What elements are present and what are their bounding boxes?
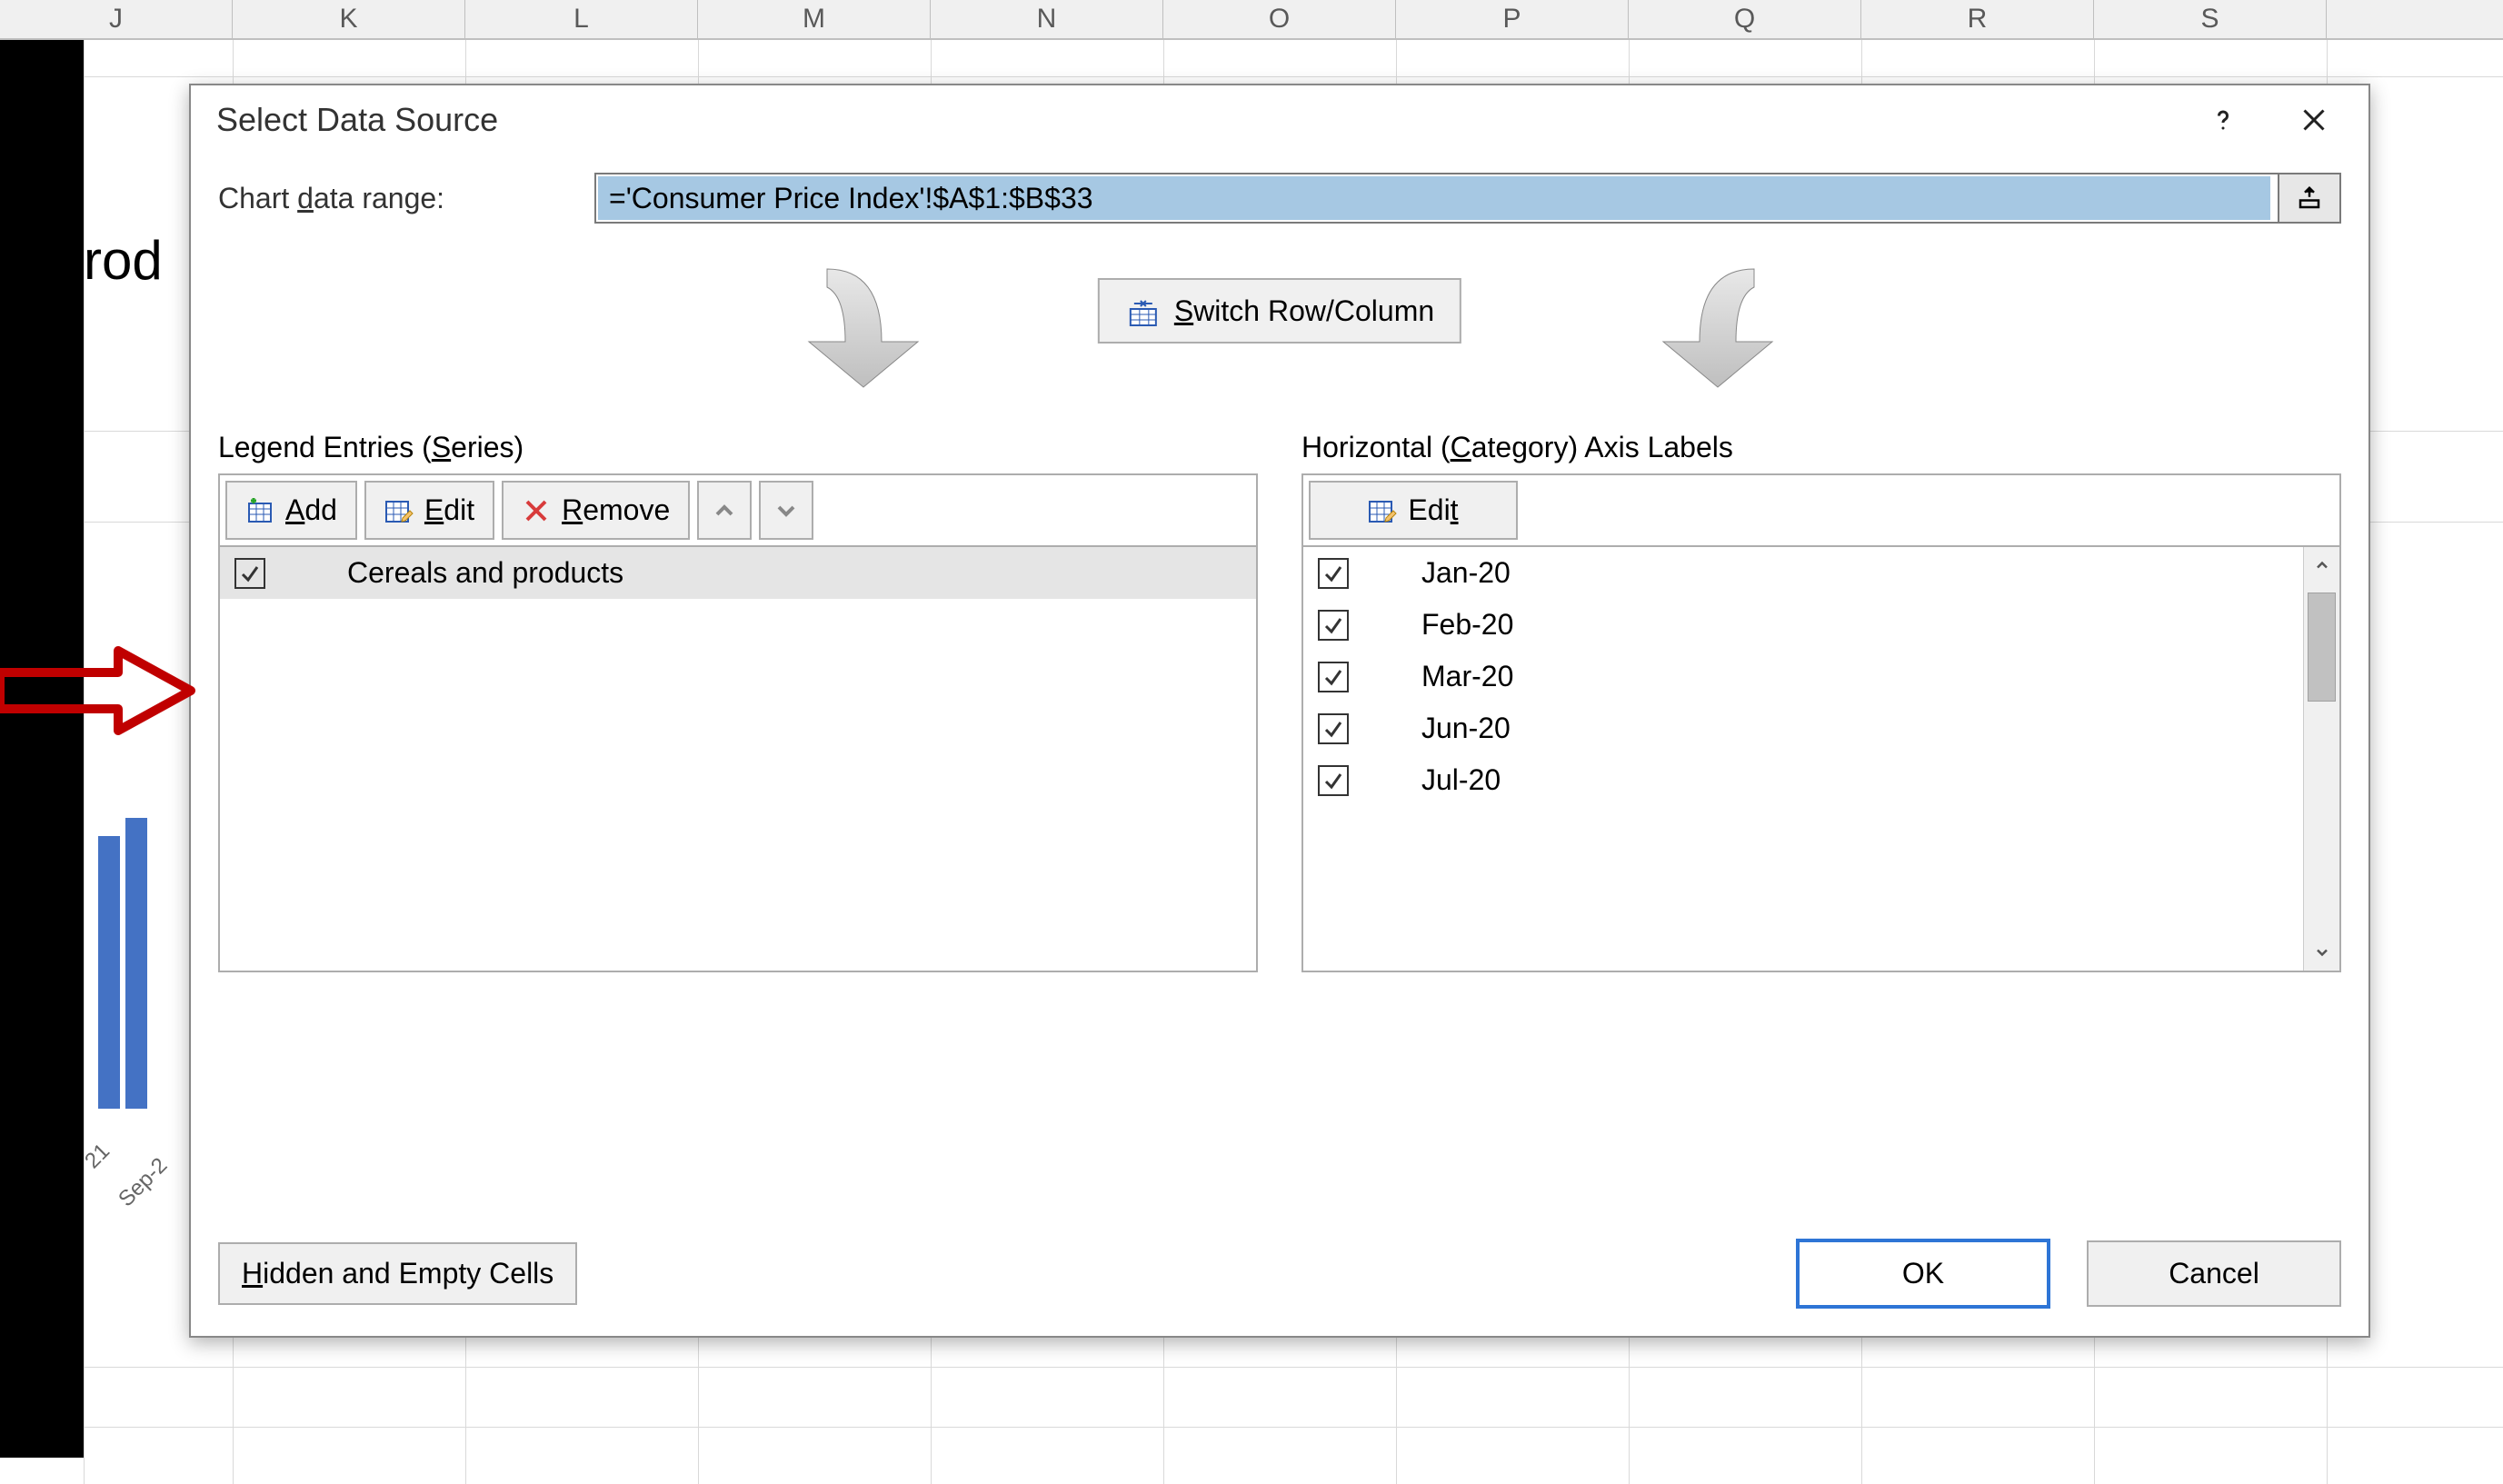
swap-arrow-left-icon	[791, 251, 1063, 396]
axis-labels-listbox[interactable]: Jan-20 Feb-20 Mar-20	[1301, 545, 2341, 972]
dialog-title: Select Data Source	[216, 101, 2169, 139]
checkbox[interactable]	[1318, 610, 1349, 641]
axis-labels-panel: Horizontal (Category) Axis Labels Edit J…	[1301, 431, 2341, 972]
ok-button[interactable]: OK	[1796, 1239, 2050, 1309]
category-item[interactable]: Jul-20	[1303, 754, 2303, 806]
chart-data-range-field	[594, 173, 2341, 224]
checkbox[interactable]	[1318, 662, 1349, 692]
edit-icon	[1368, 496, 1397, 525]
legend-entries-panel: Legend Entries (Series) Add Edit Remove	[218, 431, 1258, 972]
chevron-down-icon	[772, 496, 801, 525]
chart-data-range-label: Chart data range:	[218, 182, 573, 215]
close-button[interactable]	[2278, 95, 2350, 145]
category-label: Feb-20	[1421, 608, 1513, 642]
hidden-empty-cells-button[interactable]: Hidden and Empty Cells	[218, 1242, 577, 1305]
move-up-button[interactable]	[697, 481, 752, 540]
help-button[interactable]	[2187, 95, 2259, 145]
legend-entries-title: Legend Entries (Series)	[218, 431, 1258, 464]
col-header[interactable]: J	[0, 0, 233, 38]
checkbox[interactable]	[1318, 765, 1349, 796]
col-header[interactable]: N	[931, 0, 1163, 38]
edit-icon	[384, 496, 414, 525]
category-label: Mar-20	[1421, 660, 1513, 693]
category-item[interactable]: Feb-20	[1303, 599, 2303, 651]
chevron-up-icon	[710, 496, 739, 525]
series-item[interactable]: Cereals and products	[220, 547, 1256, 599]
series-label: Cereals and products	[347, 556, 623, 590]
chart-bars-peek	[98, 800, 171, 1109]
column-headers: J K L M N O P Q R S	[0, 0, 2503, 40]
axis-labels-title: Horizontal (Category) Axis Labels	[1301, 431, 2341, 464]
chart-data-range-input[interactable]	[598, 176, 2270, 220]
add-icon	[245, 496, 274, 525]
col-header[interactable]: K	[233, 0, 465, 38]
col-header[interactable]: R	[1861, 0, 2094, 38]
switch-icon	[1125, 293, 1162, 329]
checkbox[interactable]	[1318, 558, 1349, 589]
scroll-thumb[interactable]	[2308, 593, 2336, 702]
scrollbar[interactable]	[2303, 547, 2339, 971]
col-header[interactable]: P	[1396, 0, 1629, 38]
checkbox[interactable]	[234, 558, 265, 589]
category-label: Jun-20	[1421, 712, 1511, 745]
move-down-button[interactable]	[759, 481, 813, 540]
col-header[interactable]: M	[698, 0, 931, 38]
edit-axis-labels-button[interactable]: Edit	[1309, 481, 1518, 540]
category-item[interactable]: Jun-20	[1303, 702, 2303, 754]
add-series-button[interactable]: Add	[225, 481, 357, 540]
select-data-source-dialog: Select Data Source Chart data range:	[189, 84, 2370, 1338]
scroll-up-button[interactable]	[2304, 547, 2339, 583]
category-label: Jul-20	[1421, 763, 1501, 797]
category-item[interactable]: Mar-20	[1303, 651, 2303, 702]
remove-series-button[interactable]: Remove	[502, 481, 690, 540]
col-header[interactable]: Q	[1629, 0, 1861, 38]
category-label: Jan-20	[1421, 556, 1511, 590]
remove-icon	[522, 496, 551, 525]
chart-title-peek: rod	[84, 229, 163, 292]
cancel-button[interactable]: Cancel	[2087, 1240, 2341, 1307]
left-panel-strip	[0, 40, 84, 1458]
scroll-down-button[interactable]	[2304, 934, 2339, 971]
col-header[interactable]: O	[1163, 0, 1396, 38]
col-header[interactable]: S	[2094, 0, 2327, 38]
edit-series-button[interactable]: Edit	[364, 481, 494, 540]
series-listbox[interactable]: Cereals and products	[218, 545, 1258, 972]
switch-row-column-button[interactable]: Switch Row/Column	[1098, 278, 1461, 344]
dialog-titlebar: Select Data Source	[191, 85, 2368, 154]
swap-arrow-right-icon	[1518, 251, 1790, 396]
checkbox[interactable]	[1318, 713, 1349, 744]
col-header[interactable]: L	[465, 0, 698, 38]
collapse-dialog-button[interactable]	[2278, 174, 2339, 222]
category-item[interactable]: Jan-20	[1303, 547, 2303, 599]
